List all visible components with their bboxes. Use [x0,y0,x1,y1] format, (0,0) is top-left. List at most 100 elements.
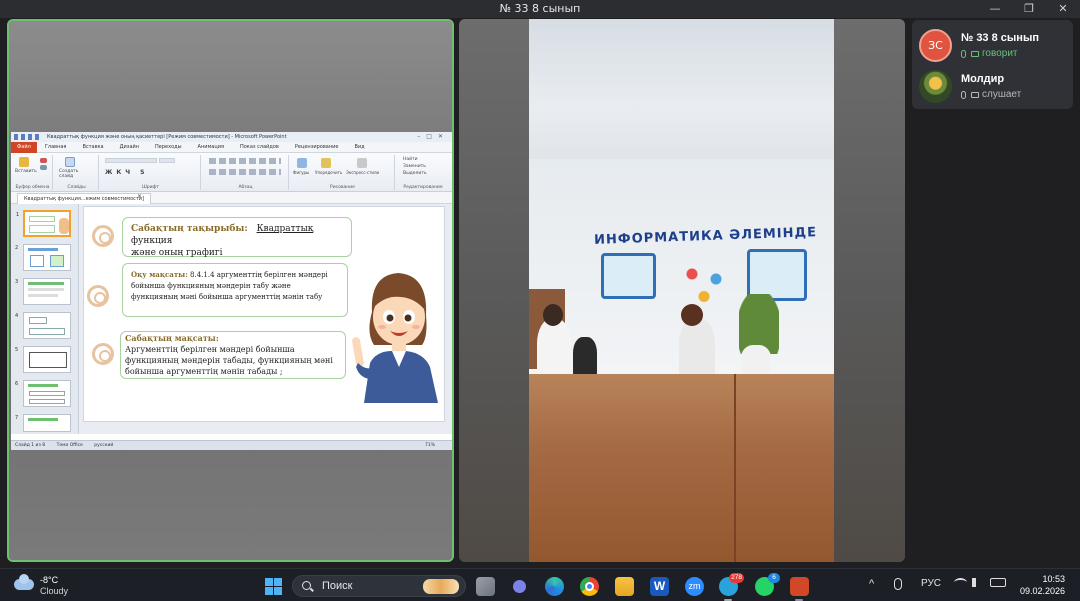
window-titlebar: № 33 8 сынып — ❐ ✕ [0,0,1080,18]
taskbar-search[interactable]: Поиск [292,575,466,597]
file-explorer-icon[interactable] [615,577,634,596]
slide-thumbnail: 6 [15,380,71,407]
window-title: № 33 8 сынып [499,2,581,15]
participant-avatar [919,70,952,103]
participant-avatar: ЗС [919,29,952,62]
task-view-icon[interactable] [476,577,495,596]
slide-vertical-scrollbar [446,204,452,434]
windows-start-icon[interactable] [264,577,283,596]
student-head [681,304,703,326]
student-figure [741,345,771,377]
ppt-tab-view: Вид [354,144,365,150]
close-button[interactable]: ✕ [1046,0,1080,18]
ppt-ribbon-tabs: Файл Главная Вставка Дизайн Переходы Ани… [11,141,452,153]
taskbar-clock[interactable]: 10:53 09.02.2026 [1020,573,1065,597]
status-slide-info: Слайд 1 из 8 [15,443,46,448]
goal-text: Аргументтің берілген мәндері бойынша фун… [125,345,333,376]
chrome-browser-icon[interactable] [580,577,599,596]
camera-video-tile[interactable]: ИНФОРМАТИКА ӘЛЕМІНДЕ [459,19,905,562]
meeting-stage: Квадраттық функция және оның қасиеттері … [0,18,1080,568]
thumb-character [59,218,69,234]
topic-text: функция [131,236,173,246]
student-head [543,304,563,326]
slide-thumbnail: 7 [15,414,71,432]
weather-condition: Cloudy [40,586,69,596]
slide-thumbnail: 1 [16,210,71,237]
slide-thumbnail: 5 [15,346,71,373]
classroom-video: ИНФОРМАТИКА ӘЛЕМІНДЕ [529,19,834,562]
font-format-buttons: ЖКЧ S [105,169,149,176]
ppt-document-tabs: Квадраттық функция...ежим совместимости]… [11,192,452,204]
ribbon-group-label: Шрифт [141,185,160,190]
camera-icon [971,50,979,57]
ppt-window-title: Квадраттық функция және оның қасиеттері … [47,134,287,140]
powerpoint-app-icon[interactable] [790,577,809,596]
video-blur-right [834,19,905,562]
thumb-box [30,255,44,267]
screen-share-tile[interactable]: Квадраттық функция және оның қасиеттері … [7,19,454,562]
thumb-bar [28,282,64,285]
participants-panel: ЗС № 33 8 сынып говорит Молдир слушает [912,20,1073,109]
spiral-bullet-icon [87,285,109,307]
copy-icon [40,165,47,170]
tray-microphone-icon[interactable] [894,578,902,590]
weather-widget[interactable]: -8°C Cloudy [12,574,82,597]
cloud-icon [14,574,34,590]
thumb-box [29,399,65,404]
cut-icon [40,158,47,163]
thumb-number: 3 [15,279,19,285]
participant-name: № 33 8 сынып [961,32,1039,44]
participant-item[interactable]: ЗС № 33 8 сынып говорит [919,27,1069,65]
slide-thumbnail: 4 [15,312,71,339]
ppt-ribbon: Вставить Буфер обмена Создать слайд Слай… [11,153,452,192]
status-theme: Тема Office [56,443,83,448]
ppt-tab-animation: Анимация [197,144,224,150]
thumb-number: 5 [15,347,19,353]
thumb-number: 6 [15,381,19,387]
student-figure [679,319,715,379]
thumb-box [29,391,65,396]
student-figure [537,319,571,381]
powerpoint-window: Квадраттық функция және оның қасиеттері … [11,132,452,450]
wifi-icon[interactable] [954,578,967,587]
camera-icon [971,91,979,98]
ppt-tab-design: Дизайн [119,144,140,150]
classroom-table [529,374,834,562]
ribbon-group-label: Редактирование [403,185,443,190]
topic-label: Сабақтың тақырыбы: [131,224,248,234]
restore-button[interactable]: ❐ [1012,0,1046,18]
search-placeholder: Поиск [322,580,353,592]
status-language: русский [94,443,114,448]
arrange-icon [321,158,331,168]
ppt-tab-review: Рецензирование [294,144,339,150]
search-icon [302,581,311,590]
ppt-window-controls: –□✕ [417,133,449,140]
ribbon-group-clipboard: Вставить Буфер обмена [13,155,53,190]
volume-icon[interactable] [972,578,984,587]
whatsapp-icon[interactable]: 6 [755,573,780,596]
edge-browser-icon[interactable] [545,577,564,596]
lesson-topic-box: Сабақтың тақырыбы: Квадраттық функция жә… [122,217,352,258]
thumb-number: 2 [15,245,19,251]
new-slide-label: Создать слайд [59,169,79,179]
clock-date: 09.02.2026 [1019,586,1065,596]
paste-icon [19,157,29,167]
word-app-icon[interactable]: W [650,577,669,596]
ppt-titlebar: Квадраттық функция және оның қасиеттері … [11,132,452,142]
tray-overflow-caret[interactable]: ^ [869,578,874,590]
telegram-icon[interactable]: 278 [719,573,744,596]
slide-thumbnail-pane: 1 2 3 4 5 6 7 [11,204,79,434]
doc-tab-close-icon: × [137,193,143,200]
thumb-number: 1 [16,212,20,218]
participant-item[interactable]: Молдир слушает [919,68,1069,106]
teams-icon[interactable] [510,577,529,596]
minimize-button[interactable]: — [978,0,1012,18]
current-slide: Сабақтың тақырыбы: Квадраттық функция жә… [83,206,445,422]
select-label: Выделить [403,171,427,176]
zoom-app-icon[interactable]: zm [685,577,704,596]
microphone-icon [961,49,966,58]
thumb-box [50,255,64,267]
tray-language[interactable]: РУС [921,578,941,589]
battery-icon[interactable] [990,578,1006,587]
arrange-label: Упорядочить [315,170,343,175]
